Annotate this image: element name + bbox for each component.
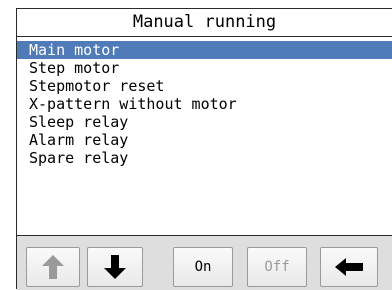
arrow-up-icon <box>42 255 64 279</box>
off-button-label: Off <box>264 259 290 275</box>
menu-item-x-pattern-without-motor[interactable]: X-pattern without motor <box>17 95 392 113</box>
menu-item-spare-relay[interactable]: Spare relay <box>17 149 392 167</box>
toolbar: On Off <box>17 236 392 290</box>
menu-list: Main motor Step motor Stepmotor reset X-… <box>17 41 392 231</box>
on-button-label: On <box>194 259 212 275</box>
arrow-left-icon <box>335 258 363 276</box>
menu-item-alarm-relay[interactable]: Alarm relay <box>17 131 392 149</box>
menu-item-stepmotor-reset[interactable]: Stepmotor reset <box>17 77 392 95</box>
back-button[interactable] <box>320 247 378 287</box>
down-button[interactable] <box>87 247 143 287</box>
on-button[interactable]: On <box>173 247 233 287</box>
menu-item-step-motor[interactable]: Step motor <box>17 59 392 77</box>
off-button[interactable]: Off <box>247 247 307 287</box>
arrow-down-icon <box>104 255 126 279</box>
up-button[interactable] <box>26 247 80 287</box>
menu-item-sleep-relay[interactable]: Sleep relay <box>17 113 392 131</box>
menu-item-main-motor[interactable]: Main motor <box>17 41 392 59</box>
page-title: Manual running <box>17 9 392 37</box>
manual-running-panel: Manual running Main motor Step motor Ste… <box>16 8 392 290</box>
